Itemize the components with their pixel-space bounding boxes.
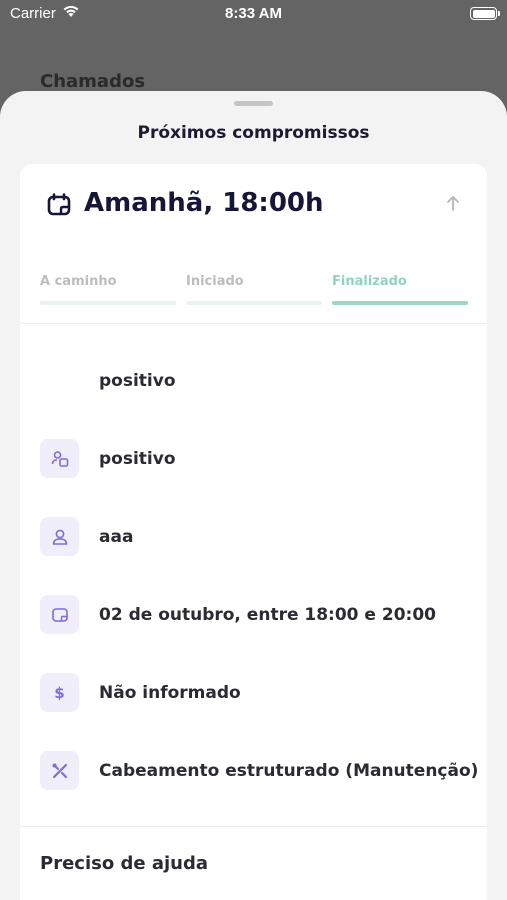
tools-icon — [40, 751, 79, 790]
user-icon — [40, 517, 79, 556]
step-label: Iniciado — [186, 274, 244, 289]
sheet-drag-handle[interactable] — [234, 101, 273, 106]
appointment-header[interactable]: Amanhã, 18:00h A caminho Iniciado Finali… — [20, 164, 487, 324]
appointment-card: Amanhã, 18:00h A caminho Iniciado Finali… — [20, 164, 487, 900]
contact-name: aaa — [99, 527, 134, 547]
progress-steps: A caminho Iniciado Finalizado — [40, 274, 468, 305]
step-label: A caminho — [40, 274, 117, 289]
company-name: positivo — [99, 449, 176, 469]
detail-row-price: $ Não informado — [40, 673, 467, 713]
bottom-sheet: Próximos compromissos Amanhã, 18:00h A c… — [0, 91, 507, 900]
divider — [20, 826, 487, 827]
step-a-caminho: A caminho — [40, 274, 176, 305]
battery-icon — [470, 7, 500, 20]
appointment-datetime: Amanhã, 18:00h — [84, 188, 324, 218]
client-name: positivo — [99, 371, 176, 391]
detail-row-contact: aaa — [40, 517, 467, 557]
help-button[interactable]: Preciso de ajuda — [40, 853, 208, 874]
detail-row-client: positivo — [40, 361, 467, 401]
step-label: Finalizado — [332, 274, 407, 289]
step-finalizado: Finalizado — [332, 274, 468, 305]
step-bar — [332, 301, 468, 305]
dollar-icon: $ — [40, 673, 79, 712]
company-icon — [40, 439, 79, 478]
background-title: Chamados — [40, 71, 146, 92]
step-bar — [186, 301, 322, 305]
detail-row-schedule: 02 de outubro, entre 18:00 e 20:00 — [40, 595, 467, 635]
arrow-up-icon[interactable] — [445, 194, 461, 212]
sheet-title: Próximos compromissos — [137, 123, 370, 143]
price-text: Não informado — [99, 683, 241, 703]
schedule-text: 02 de outubro, entre 18:00 e 20:00 — [99, 605, 436, 625]
status-bar: Carrier 8:33 AM — [0, 0, 507, 28]
step-iniciado: Iniciado — [186, 274, 322, 305]
status-time: 8:33 AM — [225, 5, 282, 22]
calendar-icon — [40, 595, 79, 634]
detail-row-service: Cabeamento estruturado (Manutenção) — [40, 751, 478, 791]
calendar-icon — [46, 192, 72, 218]
step-bar — [40, 301, 176, 305]
detail-row-company: positivo — [40, 439, 467, 479]
service-text: Cabeamento estruturado (Manutenção) — [99, 761, 479, 781]
